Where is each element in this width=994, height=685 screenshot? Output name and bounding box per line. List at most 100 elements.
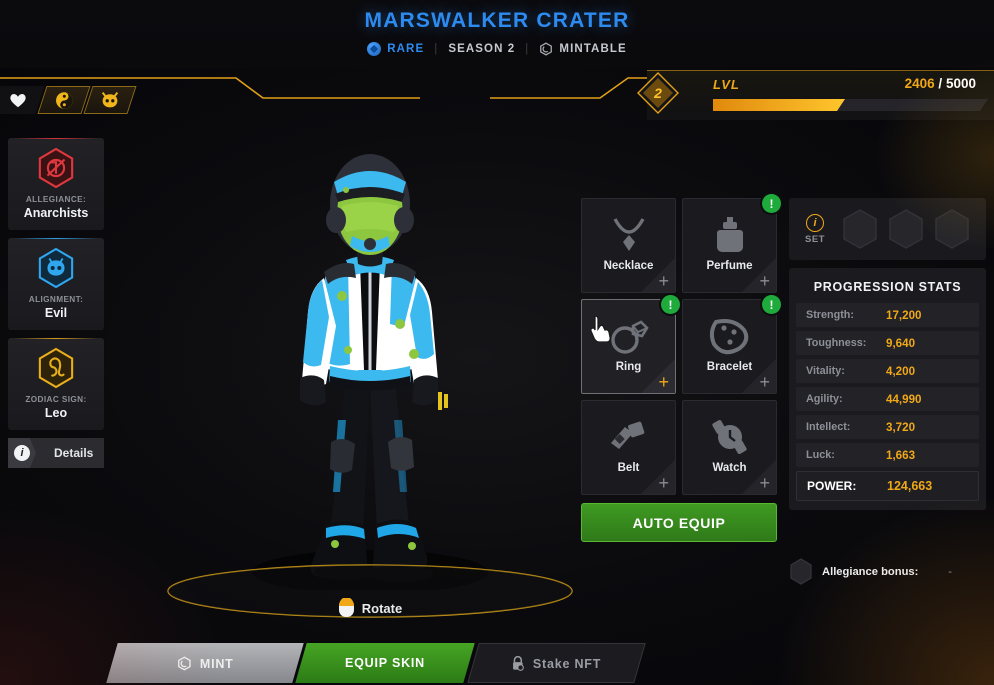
nft-character-screen: MARSWALKER CRATER RARE | SEASON 2 | MINT… xyxy=(0,0,994,685)
tab-stake-nft[interactable]: Stake NFT xyxy=(466,643,645,683)
stat-row-luck: Luck: 1,663 xyxy=(796,443,979,467)
slot-add-button[interactable]: + xyxy=(658,373,669,391)
equipment-slot-row: Necklace + ! Perfume + xyxy=(581,194,781,293)
rarity-icon xyxy=(367,42,382,56)
stats-title: PROGRESSION STATS xyxy=(813,280,962,294)
stat-row-power: POWER: 124,663 xyxy=(796,471,979,501)
mintable-badge: MINTABLE xyxy=(539,42,626,56)
equipment-slot-necklace[interactable]: Necklace + xyxy=(581,198,676,293)
tab-mint-label: MINT xyxy=(199,656,234,670)
rarity-badge: RARE xyxy=(367,42,424,56)
faction-tab-3[interactable] xyxy=(83,86,137,114)
tab-equip-skin[interactable]: EQUIP SKIN xyxy=(295,643,476,683)
demon-skull-icon xyxy=(38,247,74,289)
stat-label: Toughness: xyxy=(806,337,867,349)
auto-equip-button[interactable]: AUTO EQUIP xyxy=(581,503,777,542)
info-icon: i xyxy=(806,213,824,232)
equipment-slot-ring[interactable]: ! Ring + xyxy=(581,295,680,394)
stat-label: Strength: xyxy=(806,309,854,321)
page-title: MARSWALKER CRATER xyxy=(364,9,630,32)
status-badge: ! xyxy=(661,295,680,314)
rarity-label: RARE xyxy=(387,43,425,55)
character-model[interactable] xyxy=(150,120,590,594)
xp-separator: / xyxy=(938,76,943,91)
tab-equip-skin-label: EQUIP SKIN xyxy=(345,656,426,670)
stat-value: 4,200 xyxy=(886,364,916,378)
equipment-slot-belt[interactable]: Belt + xyxy=(581,400,676,495)
tab-mint[interactable]: MINT xyxy=(106,643,304,683)
set-slot-2[interactable] xyxy=(887,208,925,250)
page-header: MARSWALKER CRATER RARE | SEASON 2 | MINT… xyxy=(0,0,994,68)
xp-max: 5000 xyxy=(945,76,976,91)
attribute-value-alignment: Evil xyxy=(44,306,68,320)
rotate-hint[interactable]: Rotate xyxy=(150,598,590,618)
slot-add-button[interactable]: + xyxy=(759,474,770,492)
set-info[interactable]: i SET xyxy=(797,213,833,245)
season-label: SEASON 2 xyxy=(448,43,516,55)
meta-separator-2: | xyxy=(525,43,530,55)
stat-value: 3,720 xyxy=(886,420,916,434)
bracelet-icon xyxy=(683,316,776,356)
stat-label: Intellect: xyxy=(806,421,851,433)
stat-row-toughness: Toughness: 9,640 xyxy=(796,331,979,355)
leo-zodiac-icon xyxy=(38,347,74,389)
progression-stats-card: PROGRESSION STATS Strength: 17,200 Tough… xyxy=(789,268,986,510)
attribute-label-alignment: ALIGNMENT: xyxy=(28,295,84,304)
attribute-card-zodiac[interactable]: ZODIAC SIGN: Leo xyxy=(8,338,104,430)
mintable-icon xyxy=(540,42,553,56)
stat-value: 44,990 xyxy=(886,392,922,406)
equipment-slots: Necklace + ! Perfume + ! Ring + ! Bracel… xyxy=(581,194,781,501)
stat-label: Agility: xyxy=(806,393,843,405)
allegiance-bonus-row: Allegiance bonus: - xyxy=(789,558,986,585)
set-panel: i SET xyxy=(789,198,986,260)
attribute-card-alignment[interactable]: ALIGNMENT: Evil xyxy=(8,238,104,330)
set-slot-3[interactable] xyxy=(933,208,971,250)
equipment-slot-row: Belt + Watch + xyxy=(581,400,777,495)
level-label: LVL xyxy=(713,77,740,92)
level-bar: 2 LVL 2406 / 5000 xyxy=(619,66,994,124)
attribute-label-zodiac: ZODIAC SIGN: xyxy=(25,395,87,404)
power-value: 124,663 xyxy=(887,479,933,493)
stat-value: 9,640 xyxy=(886,336,916,350)
slot-add-button[interactable]: + xyxy=(759,272,770,290)
hexagon-icon xyxy=(790,558,812,585)
anarchy-icon xyxy=(38,147,74,189)
demon-skull-icon xyxy=(101,92,119,108)
stat-label: Luck: xyxy=(806,449,835,461)
attribute-cards: ALLEGIANCE: Anarchists ALIGNMENT: Evil Z… xyxy=(8,138,104,438)
attribute-card-allegiance[interactable]: ALLEGIANCE: Anarchists xyxy=(8,138,104,230)
xp-bar-fill xyxy=(713,99,845,111)
cursor-pointer-icon xyxy=(590,315,611,342)
meta-separator-1: | xyxy=(434,43,439,55)
stat-row-agility: Agility: 44,990 xyxy=(796,387,979,411)
info-icon: i xyxy=(14,445,30,461)
equipment-slot-watch[interactable]: Watch + xyxy=(682,400,777,495)
mintable-label: MINTABLE xyxy=(559,43,627,55)
xp-current: 2406 xyxy=(904,76,935,91)
faction-tabs xyxy=(0,86,137,114)
slot-add-button[interactable]: + xyxy=(658,474,669,492)
equipment-slot-perfume[interactable]: ! Perfume + xyxy=(682,194,781,293)
slot-add-button[interactable]: + xyxy=(759,373,770,391)
stat-row-intellect: Intellect: 3,720 xyxy=(796,415,979,439)
details-button[interactable]: i Details xyxy=(8,438,104,468)
attribute-value-allegiance: Anarchists xyxy=(23,206,89,220)
attribute-label-allegiance: ALLEGIANCE: xyxy=(25,195,87,204)
yin-yang-icon xyxy=(55,91,73,109)
belt-icon xyxy=(582,417,675,457)
stat-value: 1,663 xyxy=(886,448,916,462)
faction-tab-2[interactable] xyxy=(37,86,91,114)
heart-skull-icon xyxy=(10,93,26,108)
nft-meta-row: RARE | SEASON 2 | MINTABLE xyxy=(0,42,994,56)
set-slot-1[interactable] xyxy=(841,208,879,250)
season-badge: SEASON 2 xyxy=(448,43,515,55)
bottom-tabs: MINT EQUIP SKIN Stake NFT xyxy=(106,643,645,683)
necklace-icon xyxy=(582,215,675,255)
status-badge: ! xyxy=(762,295,781,314)
stat-value: 17,200 xyxy=(886,308,922,322)
level-value: 2 xyxy=(654,85,662,101)
equipment-slot-bracelet[interactable]: ! Bracelet + xyxy=(682,295,781,394)
character-stage[interactable]: Rotate xyxy=(150,120,590,620)
right-panel: i SET PROGRESSION STATS Strength: 17,200… xyxy=(789,198,986,510)
slot-add-button[interactable]: + xyxy=(658,272,669,290)
